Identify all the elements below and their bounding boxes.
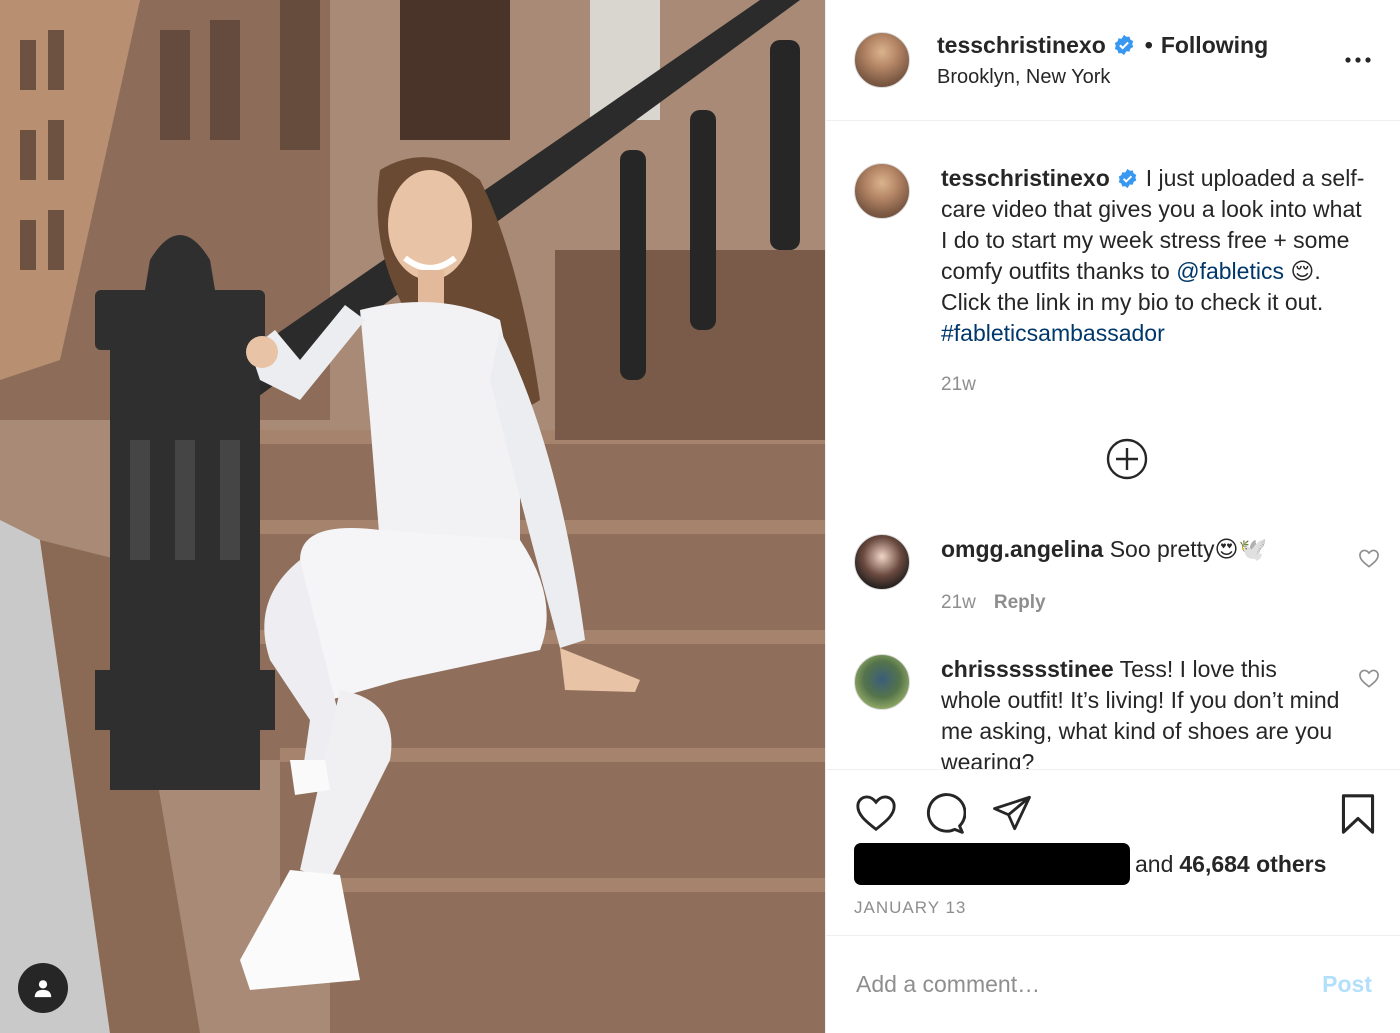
comment-icon [926,793,967,834]
share-icon [993,795,1031,831]
like-comment-button[interactable] [1358,668,1380,693]
post-actions: and 46,684 others JANUARY 13 [826,769,1400,935]
likes-prefix: and [1135,850,1174,877]
user-tag-icon [34,980,52,998]
commenter-username[interactable]: chrisssssstinee [941,656,1114,682]
instagram-post: tesschristinexo • Following Brooklyn, Ne… [0,0,1400,1033]
caption-hashtag-link[interactable]: #fableticsambassador [941,320,1165,346]
caption-mention-link[interactable]: @fabletics [1176,258,1284,284]
post-date[interactable]: JANUARY 13 [854,898,966,918]
author-info: tesschristinexo • Following Brooklyn, Ne… [937,32,1344,89]
following-button[interactable]: Following [1161,32,1268,59]
photo-illustration [0,0,825,1033]
commenter-avatar[interactable] [854,534,910,590]
heart-icon [856,795,896,832]
share-button[interactable] [990,792,1034,839]
post-photo[interactable] [0,0,825,1033]
likes-count[interactable]: 46,684 others [1179,851,1326,878]
comment-item: chrisssssstinee Tess! I love this whole … [854,654,1380,769]
caption-username[interactable]: tesschristinexo [941,165,1110,191]
caption-timestamp[interactable]: 21w [941,369,1370,400]
post-side-panel: tesschristinexo • Following Brooklyn, Ne… [825,0,1400,1033]
load-more-comments-button[interactable] [1106,438,1148,480]
comment-item: omgg.angelina Soo pretty😍🕊️ 21w Reply [854,534,1380,618]
like-comment-button[interactable] [1358,548,1380,573]
reply-button[interactable]: Reply [994,592,1046,613]
likes-summary[interactable]: and 46,684 others [854,843,1326,885]
caption-avatar[interactable] [854,163,910,219]
redacted-liker-names [854,843,1130,885]
add-comment-bar: Post [826,935,1400,1033]
comments-section[interactable]: tesschristinexo I just uploaded a self-ca… [826,121,1400,769]
comment-timestamp[interactable]: 21w [941,592,976,613]
author-avatar[interactable] [854,32,910,88]
comment-text: Soo pretty😍🕊️ [1109,536,1268,562]
caption: tesschristinexo I just uploaded a self-ca… [854,163,1380,400]
verified-badge-icon [1113,34,1135,56]
post-location[interactable]: Brooklyn, New York [937,66,1344,89]
more-options-button[interactable] [1344,46,1372,74]
more-options-icon [1345,57,1371,63]
like-button[interactable] [854,792,898,837]
comment-button[interactable] [922,792,967,841]
post-header: tesschristinexo • Following Brooklyn, Ne… [826,0,1400,121]
heart-icon [1359,549,1379,568]
bookmark-icon [1341,794,1375,834]
author-username[interactable]: tesschristinexo [937,32,1106,59]
post-comment-button[interactable]: Post [1322,971,1372,998]
caption-emoji: 😌 [1290,258,1315,284]
action-icons [854,792,1378,840]
save-button[interactable] [1338,792,1378,841]
user-tag-button[interactable] [18,963,68,1013]
load-more-comments-icon [1106,438,1148,480]
comment-input[interactable] [854,970,1323,999]
separator-dot: • [1144,31,1153,58]
commenter-avatar[interactable] [854,654,910,710]
heart-icon [1359,669,1379,688]
verified-badge-icon [1117,168,1138,189]
commenter-username[interactable]: omgg.angelina [941,536,1103,562]
